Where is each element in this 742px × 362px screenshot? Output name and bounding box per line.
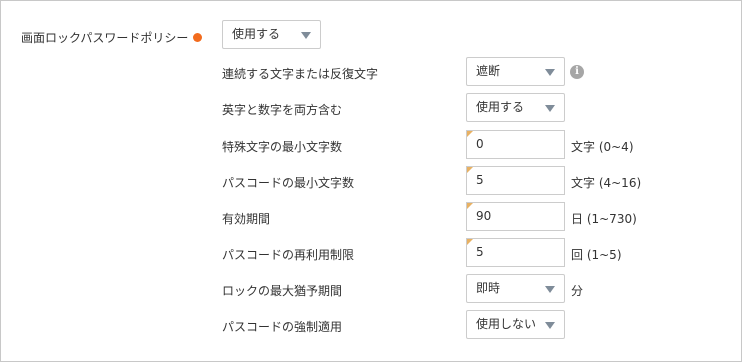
validity-period-unit: 日 (1~730)	[571, 212, 637, 226]
chevron-down-icon	[301, 32, 311, 39]
chevron-down-icon	[545, 69, 555, 76]
min-passcode-length-input[interactable]: 5	[466, 166, 565, 195]
chevron-down-icon	[545, 286, 555, 293]
enforce-passcode-select[interactable]: 使用しない	[466, 310, 565, 339]
input-marker-icon	[467, 131, 473, 137]
validity-period-input[interactable]: 90	[466, 202, 565, 231]
min-passcode-length-label: パスコードの最小文字数	[222, 176, 355, 190]
passcode-reuse-label: パスコードの再利用制限	[222, 248, 355, 262]
chevron-down-icon	[545, 322, 555, 329]
input-value: 5	[476, 173, 484, 187]
lock-grace-period-select[interactable]: 即時	[466, 274, 565, 303]
input-marker-icon	[467, 203, 473, 209]
select-value: 使用する	[476, 100, 525, 114]
required-indicator-icon	[193, 33, 203, 42]
input-marker-icon	[467, 239, 473, 245]
consecutive-chars-select[interactable]: 遮断	[466, 57, 565, 86]
screen-lock-policy-label: 画面ロックパスワードポリシー	[21, 29, 203, 46]
select-value: 使用しない	[476, 317, 537, 331]
screen-lock-policy-text: 画面ロックパスワードポリシー	[21, 31, 189, 45]
min-special-chars-label: 特殊文字の最小文字数	[222, 140, 343, 154]
lock-grace-period-label: ロックの最大猶予期間	[222, 284, 343, 298]
chevron-down-icon	[545, 105, 555, 112]
select-value: 即時	[476, 281, 501, 295]
min-passcode-length-unit: 文字 (4~16)	[571, 176, 642, 190]
validity-period-label: 有効期間	[222, 212, 271, 226]
alphanumeric-select[interactable]: 使用する	[466, 93, 565, 122]
passcode-reuse-unit: 回 (1~5)	[571, 248, 622, 262]
input-value: 0	[476, 137, 484, 151]
enforce-passcode-label: パスコードの強制適用	[222, 320, 343, 334]
input-value: 5	[476, 245, 484, 259]
consecutive-chars-label: 連続する文字または反復文字	[222, 67, 379, 81]
min-special-chars-unit: 文字 (0~4)	[571, 140, 634, 154]
input-value: 90	[476, 209, 492, 223]
lock-grace-period-unit: 分	[571, 284, 584, 298]
passcode-reuse-input[interactable]: 5	[466, 238, 565, 267]
input-marker-icon	[467, 167, 473, 173]
select-value: 遮断	[476, 64, 501, 78]
select-value: 使用する	[232, 27, 281, 41]
min-special-chars-input[interactable]: 0	[466, 130, 565, 159]
info-icon[interactable]: i	[570, 65, 584, 79]
screen-lock-policy-select[interactable]: 使用する	[222, 20, 321, 49]
alphanumeric-label: 英字と数字を両方含む	[222, 103, 343, 117]
